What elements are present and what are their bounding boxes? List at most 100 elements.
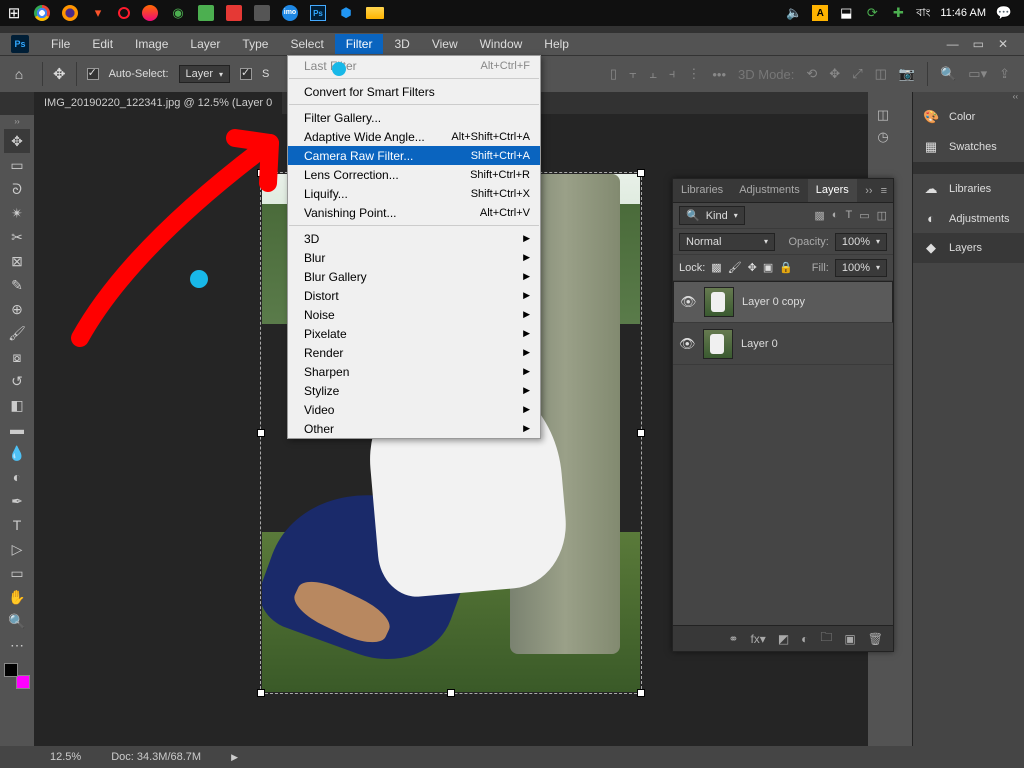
auto-select-target[interactable]: Layer▾ [179,65,231,83]
align-icon-5[interactable]: ⋮ [687,66,700,82]
layer-item[interactable]: 👁 Layer 0 copy [673,281,893,323]
tray-icon-1[interactable]: ⬓ [838,5,854,21]
menu-layer[interactable]: Layer [179,34,231,54]
brush-tool[interactable]: 🖌 [4,321,30,345]
filter-pixel-icon[interactable]: ▩ [814,209,824,222]
menu-help[interactable]: Help [533,34,580,54]
lasso-tool[interactable]: ᘐ [4,177,30,201]
tray-icon-3[interactable]: ✚ [890,5,906,21]
more-icon[interactable]: ••• [712,67,726,82]
filter-shape-icon[interactable]: ▭ [859,209,869,222]
menu-edit[interactable]: Edit [81,34,124,54]
move-tool[interactable]: ✥ [4,129,30,153]
layer-name[interactable]: Layer 0 [741,338,778,350]
menu-3d[interactable]: 3D [383,34,420,54]
type-tool[interactable]: T [4,513,30,537]
brave-icon[interactable]: ▾ [90,5,106,21]
blend-mode-select[interactable]: Normal▾ [679,233,775,251]
app-icon-4[interactable] [226,5,242,21]
doc-size[interactable]: Doc: 34.3M/68.7M [111,751,201,763]
panel-menu-icon[interactable]: ≡ [881,185,887,197]
opera-icon[interactable] [118,7,130,19]
new-layer-icon[interactable]: ▣ [844,632,855,646]
menu-view[interactable]: View [421,34,469,54]
filter-kind-select[interactable]: 🔍Kind▾ [679,206,745,225]
tools-collapse-icon[interactable]: ›› [0,117,34,129]
auto-select-checkbox[interactable] [87,68,99,80]
lock-paint-icon[interactable]: 🖌 [728,261,742,274]
3d-icon-4[interactable]: ◫ [875,66,887,82]
fill-value[interactable]: 100%▾ [835,259,887,277]
layer-item[interactable]: 👁 Layer 0 [673,323,893,365]
zoom-tool[interactable]: 🔍 [4,609,30,633]
menu-convert-smart[interactable]: Convert for Smart Filters [288,82,540,101]
search-icon[interactable]: 🔍 [940,66,956,82]
tab-libraries[interactable]: Libraries [673,179,731,202]
menu-stylize-sub[interactable]: Stylize▶ [288,381,540,400]
panel-icon-1[interactable]: ◫ [877,107,889,123]
app-icon-2[interactable]: ◉ [170,5,186,21]
layer-name[interactable]: Layer 0 copy [742,296,805,308]
menu-vanishing-point[interactable]: Vanishing Point...Alt+Ctrl+V [288,203,540,222]
document-tab[interactable]: IMG_20190220_122341.jpg @ 12.5% (Layer 0 [34,92,282,114]
3d-icon-1[interactable]: ⟲ [806,66,817,82]
menu-blur-sub[interactable]: Blur▶ [288,248,540,267]
tab-layers[interactable]: Layers [808,179,857,202]
lock-trans-icon[interactable]: ▩ [711,261,721,274]
chrome-icon[interactable] [34,5,50,21]
foreground-color[interactable] [4,663,18,677]
lock-all-icon[interactable]: 🔒 [779,261,793,274]
background-color[interactable] [16,675,30,689]
collapsed-panel-icons[interactable]: ◫ ◷ [872,104,894,148]
3d-icon-5[interactable]: 📷 [899,66,915,82]
3d-icon-3[interactable]: ⤢ [852,66,862,82]
app-icon-6[interactable]: ⬢ [338,5,354,21]
trash-icon[interactable]: 🗑 [868,632,883,646]
filter-type-icon[interactable]: T [845,209,852,222]
zoom-level[interactable]: 12.5% [50,751,81,763]
quick-select-tool[interactable]: ✴ [4,201,30,225]
align-icon-4[interactable]: ⫞ [669,66,676,82]
opacity-value[interactable]: 100%▾ [835,233,887,251]
show-transform-checkbox[interactable] [240,68,252,80]
volume-icon[interactable]: 🔈 [786,5,802,21]
panel-icon-2[interactable]: ◷ [877,129,888,145]
marquee-tool[interactable]: ▭ [4,153,30,177]
frame-tool[interactable]: ⊠ [4,249,30,273]
lock-art-icon[interactable]: ▣ [763,261,773,274]
pen-tool[interactable]: ✒ [4,489,30,513]
adjustment-icon[interactable]: ◐ [801,632,808,646]
eraser-tool[interactable]: ◧ [4,393,30,417]
menu-sharpen-sub[interactable]: Sharpen▶ [288,362,540,381]
workspace-icon[interactable]: ▭▾ [968,66,987,82]
crop-tool[interactable]: ✂ [4,225,30,249]
edit-toolbar[interactable]: ⋯ [4,633,30,657]
tray-icon-a[interactable]: A [812,5,828,21]
menu-type[interactable]: Type [231,34,279,54]
menu-filter-gallery[interactable]: Filter Gallery... [288,108,540,127]
history-brush-tool[interactable]: ↺ [4,369,30,393]
rectangle-tool[interactable]: ▭ [4,561,30,585]
align-icon-2[interactable]: ⫟ [629,66,637,82]
tab-adjustments[interactable]: Adjustments [731,179,808,202]
minimize-button[interactable]: — [947,37,959,51]
visibility-icon[interactable]: 👁 [680,294,696,310]
collapse-icon[interactable]: ‹‹ [913,92,1024,102]
menu-file[interactable]: File [40,34,81,54]
close-button[interactable]: ✕ [998,37,1008,51]
panel-color[interactable]: 🎨Color [913,102,1024,132]
filter-smart-icon[interactable]: ◫ [877,209,887,222]
menu-render-sub[interactable]: Render▶ [288,343,540,362]
fx-icon[interactable]: fx▾ [750,632,765,646]
clock[interactable]: 11:46 AM [940,7,986,19]
panel-swatches[interactable]: ▦Swatches [913,132,1024,162]
menu-distort-sub[interactable]: Distort▶ [288,286,540,305]
group-icon[interactable]: 🗀 [820,628,832,649]
menu-select[interactable]: Select [279,34,334,54]
mask-icon[interactable]: ◩ [778,632,789,646]
menu-lens-correction[interactable]: Lens Correction...Shift+Ctrl+R [288,165,540,184]
menu-blur-gallery-sub[interactable]: Blur Gallery▶ [288,267,540,286]
menu-video-sub[interactable]: Video▶ [288,400,540,419]
menu-camera-raw-filter[interactable]: Camera Raw Filter...Shift+Ctrl+A [288,146,540,165]
visibility-icon[interactable]: 👁 [679,336,695,352]
